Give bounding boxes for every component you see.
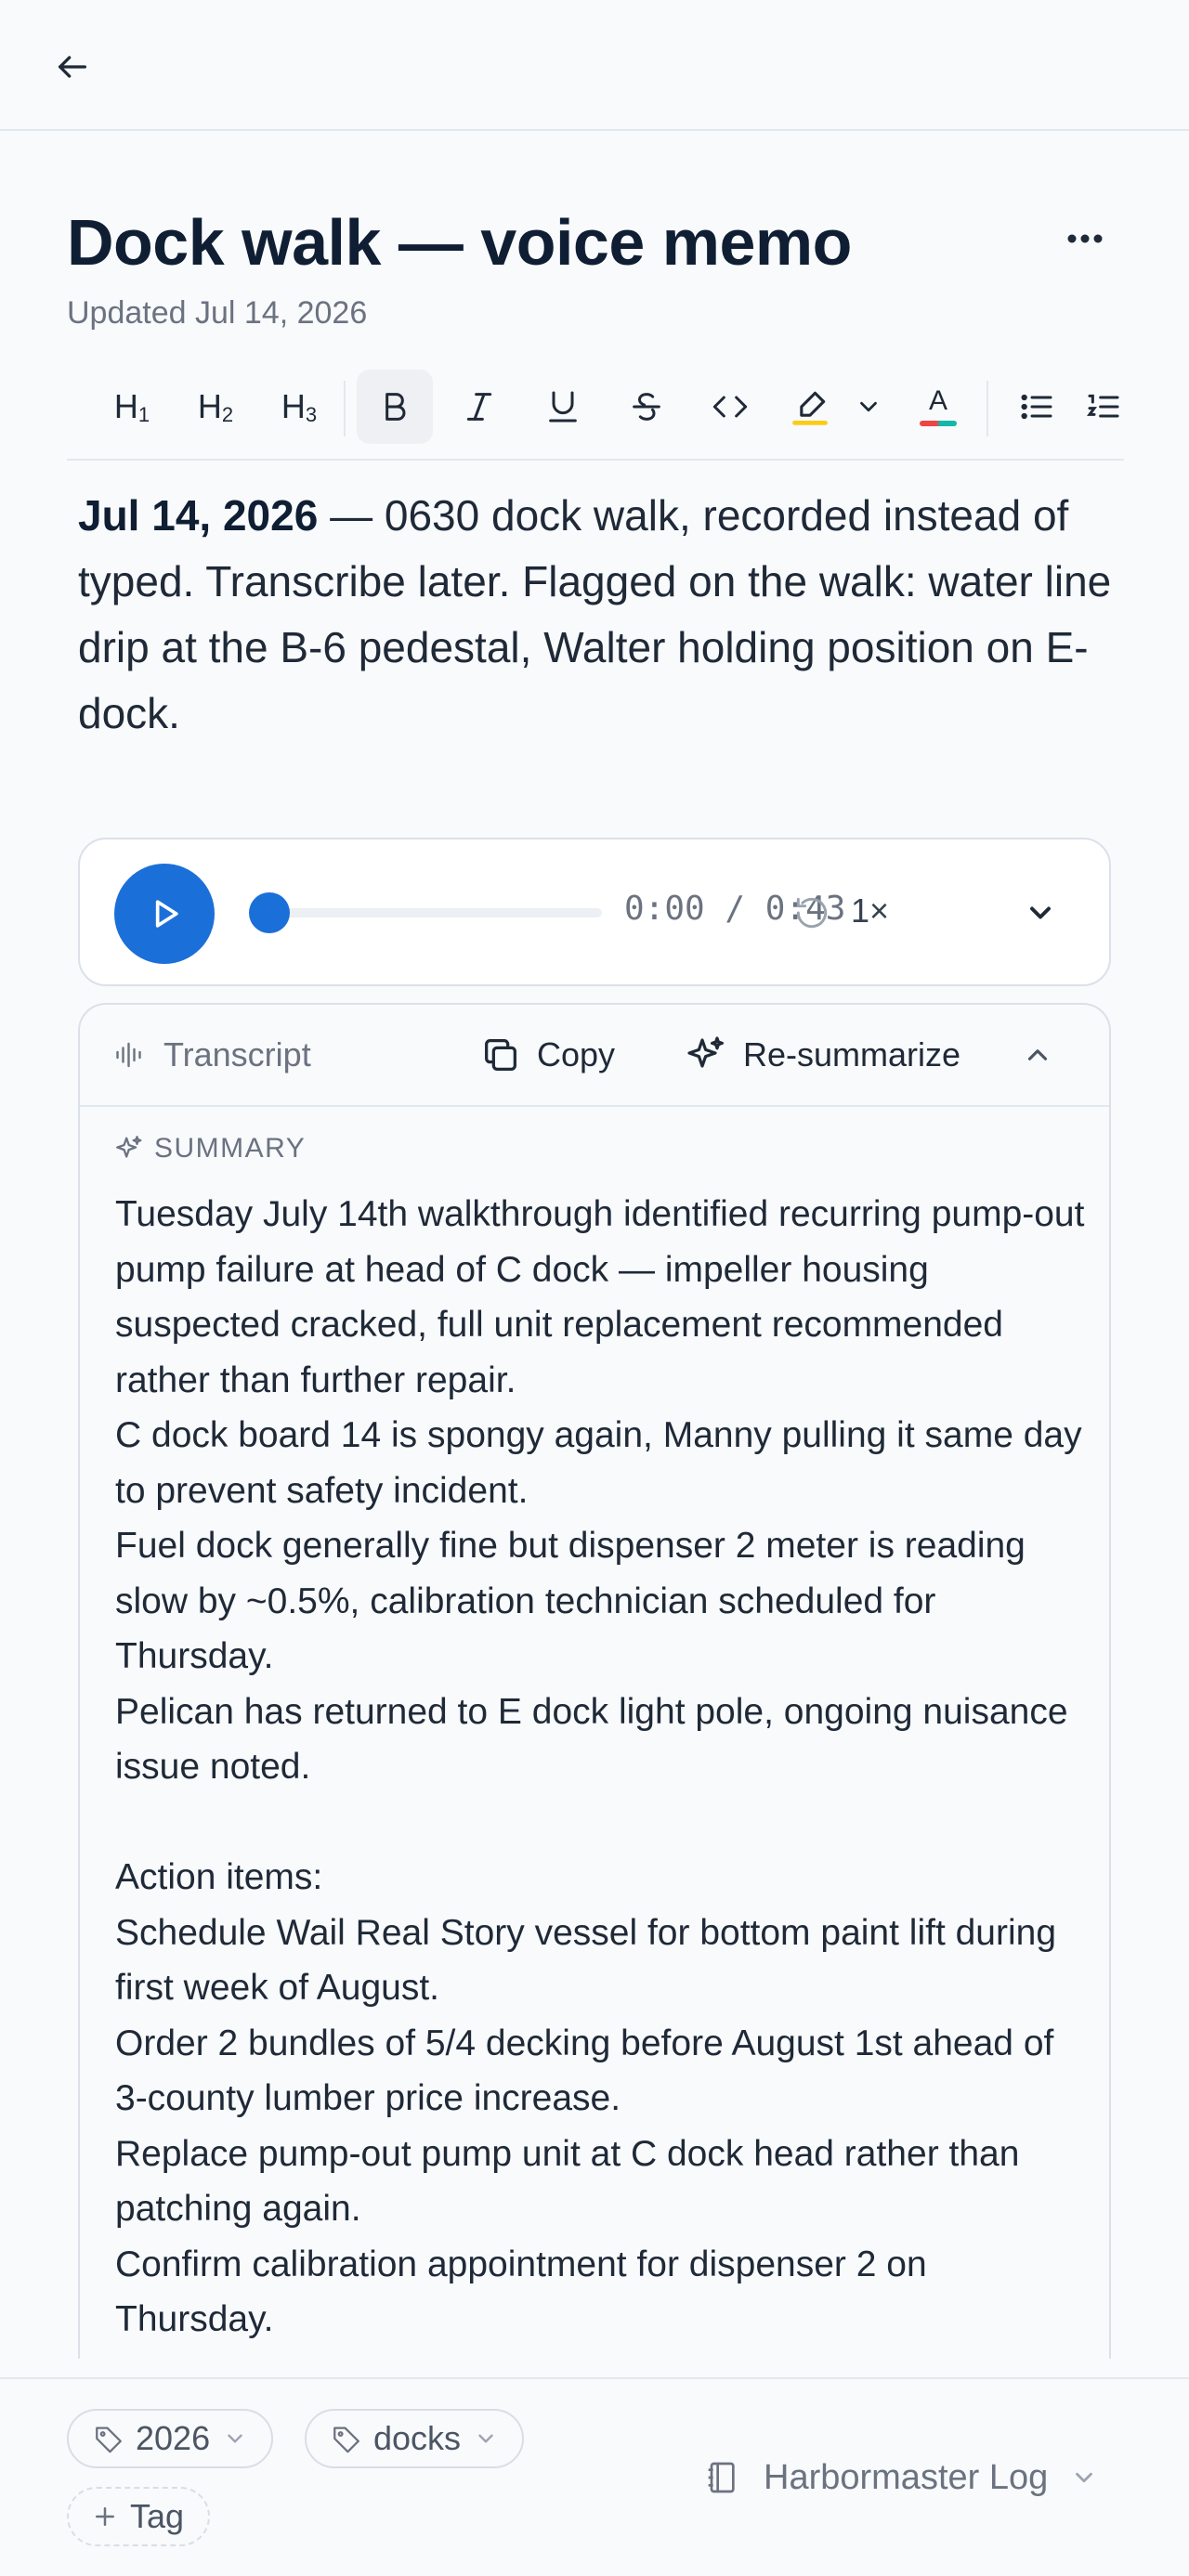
playback-rate[interactable]: 1× <box>851 891 889 930</box>
bullet-list-button[interactable] <box>1000 370 1074 444</box>
progress-handle[interactable] <box>249 892 290 933</box>
summary-text: Tuesday July 14th walkthrough identified… <box>115 1194 1085 2339</box>
plus-icon <box>96 2507 114 2526</box>
tag-chip[interactable]: docks <box>305 2409 525 2468</box>
numbered-list-icon <box>1087 394 1119 418</box>
highlighter-icon <box>792 391 828 425</box>
tag-label: 2026 <box>136 2419 211 2457</box>
updated-timestamp: Updated Jul 14, 2026 <box>67 295 368 331</box>
playback-progress[interactable] <box>249 892 602 933</box>
waveform-icon <box>116 1042 141 1068</box>
transcript-label: Transcript <box>163 1035 311 1073</box>
italic-icon <box>466 393 492 421</box>
highlight-color-dropdown[interactable] <box>845 370 892 444</box>
copy-icon <box>485 1039 516 1071</box>
sparkles-icon <box>687 1036 724 1068</box>
tag-icon <box>96 2426 122 2453</box>
collapse-transcript-button[interactable] <box>1022 1029 1053 1081</box>
transcript-header: Transcript Copy Re-summarize <box>80 1005 1109 1107</box>
resummarize-label: Re-summarize <box>743 1035 961 1073</box>
chevron-up-icon <box>1027 1049 1048 1060</box>
copy-label: Copy <box>537 1035 616 1073</box>
top-bar <box>0 0 1189 131</box>
chevron-down-icon <box>1076 2472 1093 2483</box>
underline-icon <box>549 391 577 423</box>
chevron-down-icon <box>478 2434 493 2443</box>
replay-button[interactable] <box>786 890 838 936</box>
notebook-selector[interactable]: Harbormaster Log <box>702 2450 1098 2505</box>
tag-label: docks <box>373 2419 462 2457</box>
text-color-icon: A <box>920 387 957 426</box>
add-tag-label: Tag <box>130 2497 185 2535</box>
tag-icon <box>333 2426 359 2453</box>
bold-icon <box>385 393 406 421</box>
player-expand-button[interactable] <box>1014 890 1066 936</box>
heading-2-icon: H2 <box>197 386 234 426</box>
notebook-label: Harbormaster Log <box>764 2457 1049 2497</box>
note-title[interactable]: Dock walk — voice memo <box>67 201 852 284</box>
audio-player: 0:00 / 0:43 1× <box>78 838 1111 986</box>
heading-3-button[interactable]: H3 <box>262 370 336 444</box>
sparkles-icon <box>116 1136 142 1158</box>
code-icon <box>712 396 748 418</box>
chevron-down-icon <box>228 2434 242 2443</box>
strikethrough-button[interactable] <box>609 370 684 444</box>
arrow-left-icon <box>59 56 87 78</box>
resummarize-button[interactable]: Re-summarize <box>684 1029 960 1081</box>
note-body[interactable]: Jul 14, 2026 — 0630 dock walk, recorded … <box>78 483 1118 747</box>
summary-label: SUMMARY <box>154 1133 307 1164</box>
replay-icon <box>796 897 828 929</box>
play-button[interactable] <box>114 864 215 964</box>
tag-chip[interactable]: 2026 <box>67 2409 274 2468</box>
heading-1-icon: H1 <box>113 386 150 426</box>
bullet-list-icon <box>1021 394 1052 420</box>
notebook-icon <box>708 2462 735 2493</box>
toolbar-divider <box>344 381 346 436</box>
more-horizontal-icon <box>1067 234 1103 243</box>
transcript-panel: Transcript Copy Re-summarize SUMMARY Tue… <box>78 1003 1111 2359</box>
play-icon <box>155 900 178 928</box>
heading-2-button[interactable]: H2 <box>178 370 253 444</box>
chevron-down-icon <box>1030 906 1051 919</box>
text-color-button[interactable]: A <box>901 370 975 444</box>
code-button[interactable] <box>693 370 767 444</box>
chevron-down-icon <box>860 401 877 412</box>
bold-button[interactable] <box>357 370 433 444</box>
heading-3-icon: H3 <box>281 386 318 426</box>
toolbar-divider <box>986 381 988 436</box>
highlight-button[interactable] <box>777 370 843 444</box>
underline-button[interactable] <box>526 370 600 444</box>
transcript-tab[interactable]: Transcript <box>111 1029 311 1081</box>
more-options-button[interactable] <box>1059 215 1111 262</box>
formatting-toolbar: H1 H2 H3 A <box>67 368 1124 461</box>
body-date: Jul 14, 2026 <box>78 491 319 540</box>
summary-heading: SUMMARY <box>113 1133 306 1164</box>
add-tag-button[interactable]: Tag <box>67 2487 211 2546</box>
numbered-list-button[interactable] <box>1083 370 1124 444</box>
back-button[interactable] <box>46 41 98 93</box>
strikethrough-icon <box>633 393 660 421</box>
italic-button[interactable] <box>442 370 516 444</box>
heading-1-button[interactable]: H1 <box>95 370 169 444</box>
copy-button[interactable]: Copy <box>479 1029 615 1081</box>
